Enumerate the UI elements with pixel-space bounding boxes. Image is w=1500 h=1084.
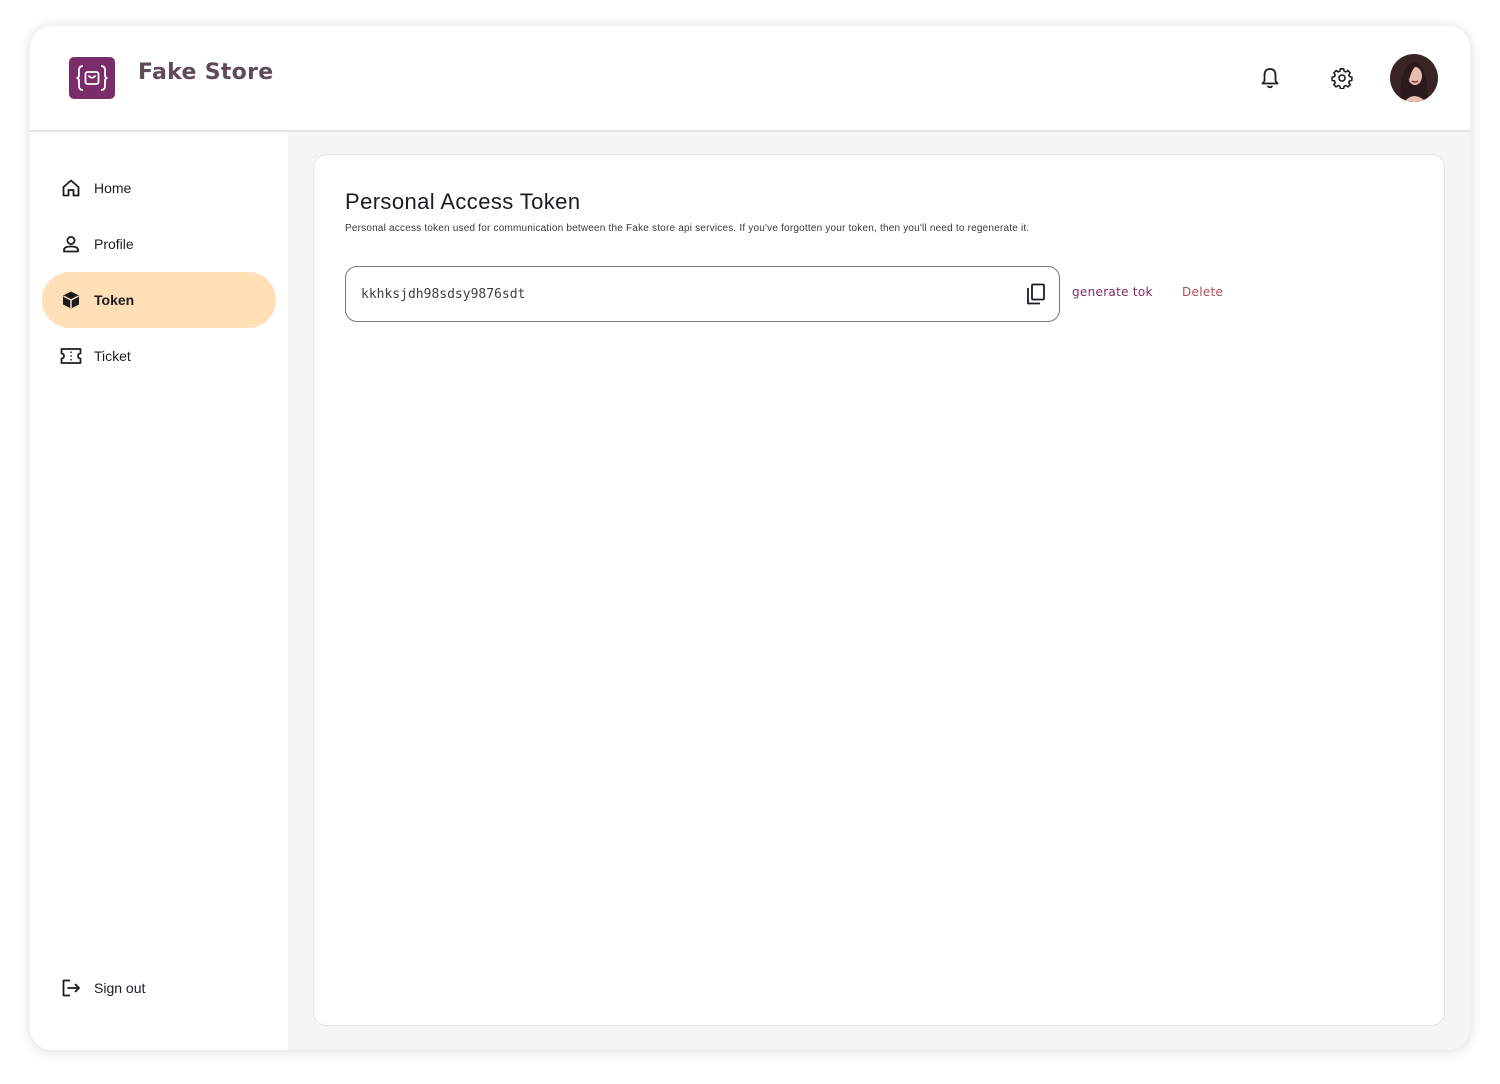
sidebar-item-label: Ticket bbox=[94, 348, 131, 364]
page-description: Personal access token used for communica… bbox=[345, 223, 1030, 234]
sign-out-button[interactable]: Sign out bbox=[42, 960, 276, 1016]
token-input[interactable] bbox=[361, 267, 1001, 321]
copy-icon[interactable] bbox=[1024, 282, 1048, 306]
app-window: Fake Store Home Profile Token Ticket Sig… bbox=[30, 26, 1470, 1050]
page-title: Personal Access Token bbox=[345, 189, 581, 214]
user-avatar[interactable] bbox=[1390, 54, 1438, 102]
sidebar-item-home[interactable]: Home bbox=[42, 160, 276, 216]
side-navigation: Home Profile Token Ticket Sign out bbox=[30, 132, 288, 1050]
token-field bbox=[345, 266, 1060, 322]
sidebar-item-ticket[interactable]: Ticket bbox=[42, 328, 276, 384]
brand-name: Fake Store bbox=[138, 60, 274, 85]
person-icon bbox=[59, 232, 83, 256]
store-logo-icon bbox=[69, 57, 115, 99]
home-icon bbox=[59, 176, 83, 200]
gear-icon[interactable] bbox=[1326, 62, 1358, 94]
sidebar-item-token[interactable]: Token bbox=[42, 272, 276, 328]
sign-out-label: Sign out bbox=[94, 980, 146, 996]
cube-icon bbox=[59, 288, 83, 312]
sidebar-item-label: Token bbox=[94, 292, 135, 308]
logout-icon bbox=[59, 976, 83, 1000]
top-app-bar: Fake Store bbox=[30, 26, 1470, 132]
sidebar-item-label: Home bbox=[94, 180, 132, 196]
main-content: Personal Access Token Personal access to… bbox=[288, 132, 1470, 1050]
generate-token-button[interactable]: generate tok bbox=[1072, 285, 1153, 299]
ticket-icon bbox=[59, 344, 83, 368]
sidebar-item-profile[interactable]: Profile bbox=[42, 216, 276, 272]
token-card: Personal Access Token Personal access to… bbox=[313, 154, 1445, 1026]
bell-icon[interactable] bbox=[1254, 62, 1286, 94]
delete-token-button[interactable]: Delete bbox=[1182, 285, 1223, 299]
sidebar-item-label: Profile bbox=[94, 236, 134, 252]
